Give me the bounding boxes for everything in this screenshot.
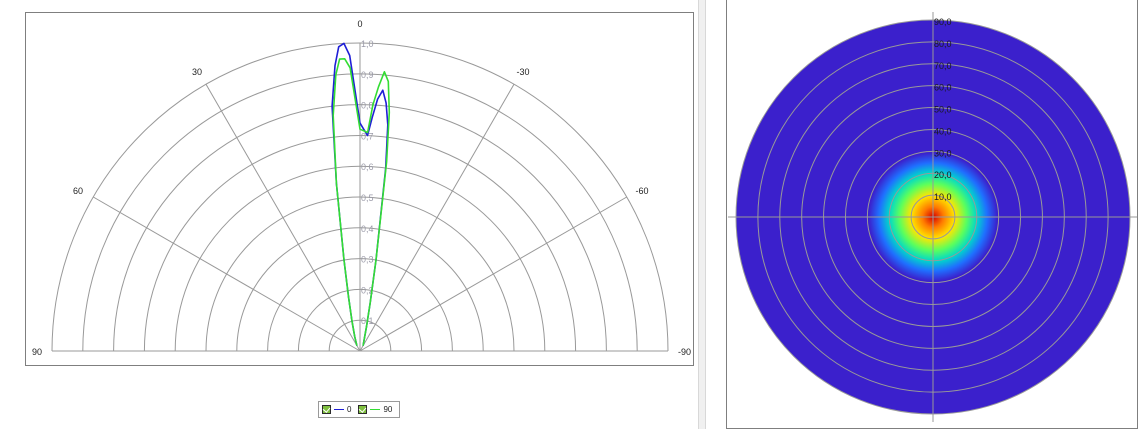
ring-label: 50,0 xyxy=(934,105,952,115)
angle-label: 60 xyxy=(73,186,83,196)
ring-label: 90,0 xyxy=(934,17,952,27)
legend-label-90: 90 xyxy=(383,405,393,414)
heatmap-panel: 90,0 80,0 70,0 60,0 50,0 40,0 30,0 20,0 10,0 xyxy=(726,0,1138,429)
angle-label: -90 xyxy=(678,347,691,357)
angle-label: 90 xyxy=(32,347,42,357)
grid-spoke xyxy=(93,196,361,352)
grid-spoke xyxy=(359,84,515,352)
ring-label: 30,0 xyxy=(934,148,952,158)
angle-label: -60 xyxy=(635,186,648,196)
radial-tick-label: 0,6 xyxy=(361,162,374,172)
legend-label-0: 0 xyxy=(347,405,352,414)
ring-label: 10,0 xyxy=(934,192,952,202)
polar-chart: 030 -3060 -6090 -900,10,20,30,40,50,60,70,8… xyxy=(32,19,691,357)
radial-tick-label: 0,9 xyxy=(361,70,374,80)
radial-tick-label: 0,5 xyxy=(361,193,374,203)
ring-label: 70,0 xyxy=(934,61,952,71)
panel-divider[interactable] xyxy=(698,0,706,429)
angle-label: 0 xyxy=(357,19,362,29)
angle-label: -30 xyxy=(516,67,529,77)
polar-chart-frame: 0 30 -30 60 -60 90 -90 0,1 0,2 0,3 0,4 0,5 0,6 0,7 0,8… xyxy=(25,12,694,366)
radial-tick-label: 0,4 xyxy=(361,224,374,234)
angle-label: 30 xyxy=(192,67,202,77)
legend-checkbox-0[interactable] xyxy=(322,405,331,414)
grid-spoke xyxy=(205,84,361,352)
radial-tick-label: 0,3 xyxy=(361,255,374,265)
polar-chart-panel: 0 30 -30 60 -60 90 -90 0,1 0,2 0,3 0,4 0,5 0,6 0,7 0,8… xyxy=(0,0,720,429)
ring-label: 40,0 xyxy=(934,126,952,136)
legend-line-90 xyxy=(370,409,381,410)
ring-label: 80,0 xyxy=(934,39,952,49)
polar-heatmap: 90,0 80,0 70,0 60,0 50,0 40,0 30,0 20,0 10,0 xyxy=(728,12,1138,422)
ring-label: 20,0 xyxy=(934,170,952,180)
radial-tick-label: 1,0 xyxy=(361,39,374,49)
ring-label: 60,0 xyxy=(934,83,952,93)
legend-line-0 xyxy=(334,409,344,410)
chart-legend[interactable]: 0 90 xyxy=(318,401,400,418)
grid-spoke xyxy=(359,196,627,352)
legend-checkbox-90[interactable] xyxy=(358,405,368,414)
